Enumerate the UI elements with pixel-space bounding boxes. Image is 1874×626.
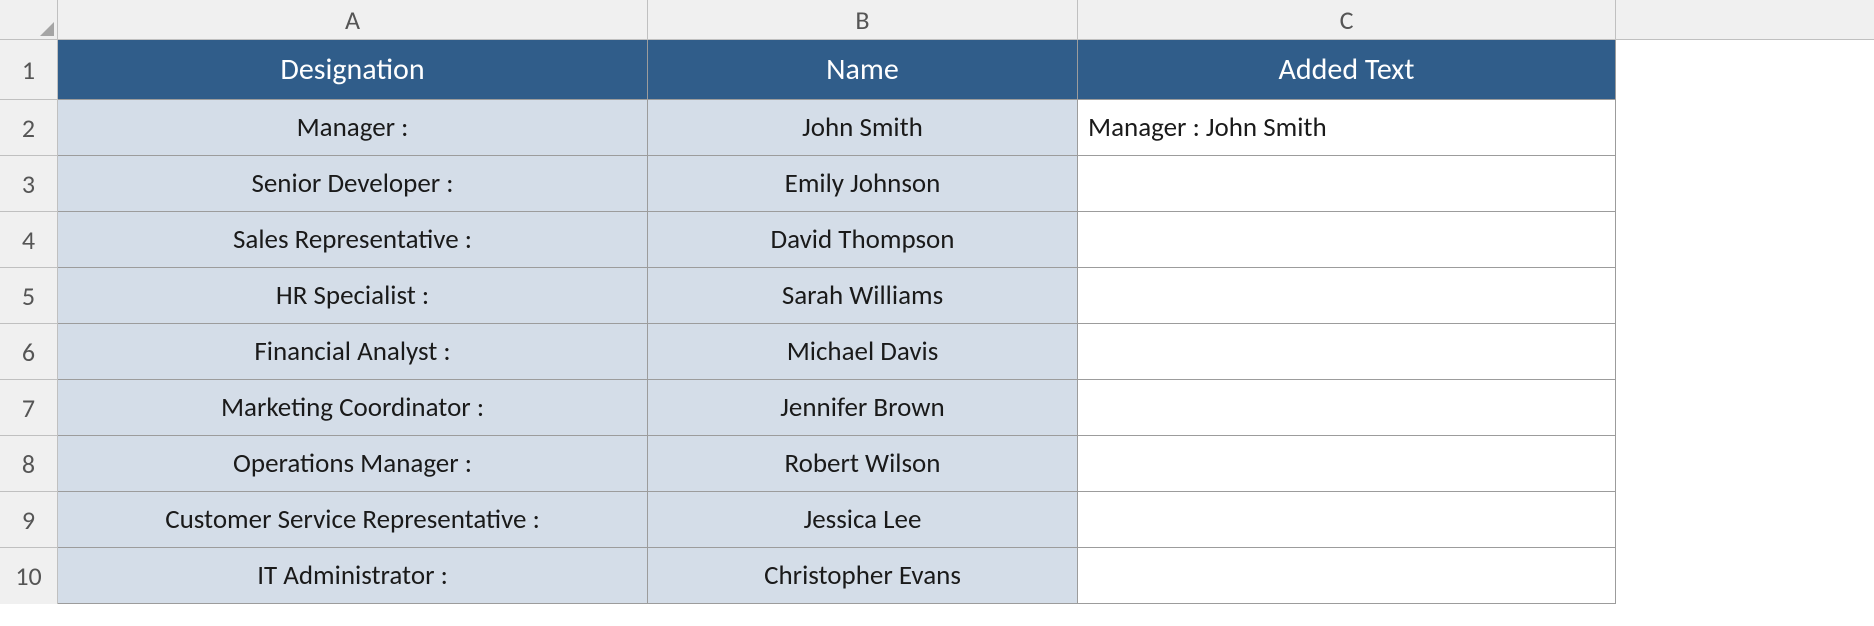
row-header-9[interactable]: 9 <box>0 492 58 548</box>
column-header-a[interactable]: A <box>58 0 648 40</box>
row-header-7[interactable]: 7 <box>0 380 58 436</box>
cell-extra-3[interactable] <box>1616 156 1874 212</box>
row-header-4[interactable]: 4 <box>0 212 58 268</box>
cell-a6[interactable]: Financial Analyst : <box>58 324 648 380</box>
cell-c1[interactable]: Added Text <box>1078 40 1616 100</box>
table-row: 7 Marketing Coordinator : Jennifer Brown <box>0 380 1874 436</box>
cell-a4[interactable]: Sales Representative : <box>58 212 648 268</box>
cell-a3[interactable]: Senior Developer : <box>58 156 648 212</box>
cell-extra-8[interactable] <box>1616 436 1874 492</box>
table-row: 2 Manager : John Smith Manager : John Sm… <box>0 100 1874 156</box>
row-header-3[interactable]: 3 <box>0 156 58 212</box>
row-header-10[interactable]: 10 <box>0 548 58 604</box>
cell-a10[interactable]: IT Administrator : <box>58 548 648 604</box>
cell-c6[interactable] <box>1078 324 1616 380</box>
cell-extra-5[interactable] <box>1616 268 1874 324</box>
cell-b6[interactable]: Michael Davis <box>648 324 1078 380</box>
cell-a2[interactable]: Manager : <box>58 100 648 156</box>
cell-b7[interactable]: Jennifer Brown <box>648 380 1078 436</box>
cell-extra-7[interactable] <box>1616 380 1874 436</box>
row-header-5[interactable]: 5 <box>0 268 58 324</box>
column-header-c[interactable]: C <box>1078 0 1616 40</box>
table-row: 6 Financial Analyst : Michael Davis <box>0 324 1874 380</box>
cell-a8[interactable]: Operations Manager : <box>58 436 648 492</box>
cell-c4[interactable] <box>1078 212 1616 268</box>
table-row: 8 Operations Manager : Robert Wilson <box>0 436 1874 492</box>
spreadsheet-grid: A B C 1 Designation Name Added Text 2 Ma… <box>0 0 1874 604</box>
cell-b2[interactable]: John Smith <box>648 100 1078 156</box>
column-header-extra <box>1616 0 1874 40</box>
cell-c9[interactable] <box>1078 492 1616 548</box>
table-row: 5 HR Specialist : Sarah Williams <box>0 268 1874 324</box>
cell-extra-10[interactable] <box>1616 548 1874 604</box>
cell-c3[interactable] <box>1078 156 1616 212</box>
cell-c2[interactable]: Manager : John Smith <box>1078 100 1616 156</box>
select-all-corner[interactable] <box>0 0 58 40</box>
cell-b10[interactable]: Christopher Evans <box>648 548 1078 604</box>
cell-c7[interactable] <box>1078 380 1616 436</box>
cell-b1[interactable]: Name <box>648 40 1078 100</box>
cell-b4[interactable]: David Thompson <box>648 212 1078 268</box>
cell-a1[interactable]: Designation <box>58 40 648 100</box>
cell-c5[interactable] <box>1078 268 1616 324</box>
cell-extra-2[interactable] <box>1616 100 1874 156</box>
table-row: 3 Senior Developer : Emily Johnson <box>0 156 1874 212</box>
cell-a5[interactable]: HR Specialist : <box>58 268 648 324</box>
cell-extra-6[interactable] <box>1616 324 1874 380</box>
cell-extra-1[interactable] <box>1616 40 1874 100</box>
row-header-6[interactable]: 6 <box>0 324 58 380</box>
cell-extra-4[interactable] <box>1616 212 1874 268</box>
table-row: 10 IT Administrator : Christopher Evans <box>0 548 1874 604</box>
cell-a9[interactable]: Customer Service Representative : <box>58 492 648 548</box>
cell-b3[interactable]: Emily Johnson <box>648 156 1078 212</box>
table-row: 1 Designation Name Added Text <box>0 40 1874 100</box>
cell-c8[interactable] <box>1078 436 1616 492</box>
column-header-b[interactable]: B <box>648 0 1078 40</box>
column-header-row: A B C <box>0 0 1874 40</box>
cell-c10[interactable] <box>1078 548 1616 604</box>
cell-b8[interactable]: Robert Wilson <box>648 436 1078 492</box>
cell-extra-9[interactable] <box>1616 492 1874 548</box>
cell-b9[interactable]: Jessica Lee <box>648 492 1078 548</box>
table-row: 9 Customer Service Representative : Jess… <box>0 492 1874 548</box>
row-header-2[interactable]: 2 <box>0 100 58 156</box>
cell-b5[interactable]: Sarah Williams <box>648 268 1078 324</box>
cell-a7[interactable]: Marketing Coordinator : <box>58 380 648 436</box>
row-header-8[interactable]: 8 <box>0 436 58 492</box>
row-header-1[interactable]: 1 <box>0 40 58 100</box>
table-row: 4 Sales Representative : David Thompson <box>0 212 1874 268</box>
